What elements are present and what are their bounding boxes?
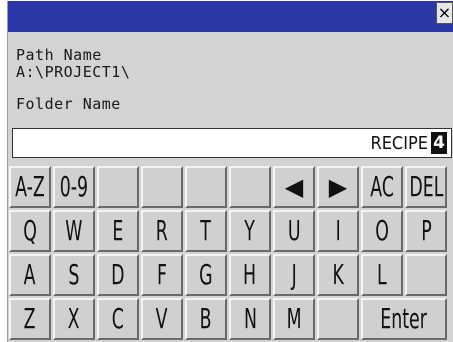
- path-name-value: A:\PROJECT1\: [16, 63, 131, 81]
- key-u[interactable]: U: [273, 210, 315, 252]
- key-o[interactable]: O: [361, 210, 403, 252]
- text-cursor: 4: [431, 132, 447, 154]
- key-z[interactable]: Z: [9, 298, 51, 340]
- folder-name-label: Folder Name: [16, 95, 121, 113]
- key-g[interactable]: G: [185, 254, 227, 296]
- folder-name-dialog: × Path Name A:\PROJECT1\ Folder Name REC…: [7, 1, 453, 342]
- key-blank[interactable]: [405, 254, 447, 296]
- key-h[interactable]: H: [229, 254, 271, 296]
- key-w[interactable]: W: [53, 210, 95, 252]
- key-blank[interactable]: [141, 166, 183, 208]
- key-p[interactable]: P: [405, 210, 447, 252]
- title-bar: ×: [8, 1, 453, 32]
- key-blank[interactable]: [97, 166, 139, 208]
- enter-key[interactable]: Enter: [361, 298, 447, 340]
- key-numeric-mode[interactable]: 0-9: [53, 166, 95, 208]
- path-name-label: Path Name: [16, 46, 102, 64]
- key-all-clear[interactable]: AC: [361, 166, 403, 208]
- key-q[interactable]: Q: [9, 210, 51, 252]
- key-j[interactable]: J: [273, 254, 315, 296]
- key-b[interactable]: B: [185, 298, 227, 340]
- key-delete[interactable]: DEL: [405, 166, 447, 208]
- key-x[interactable]: X: [53, 298, 95, 340]
- key-cursor-right[interactable]: ▶: [317, 166, 359, 208]
- key-y[interactable]: Y: [229, 210, 271, 252]
- key-blank[interactable]: [185, 166, 227, 208]
- close-button[interactable]: ×: [436, 2, 453, 24]
- key-d[interactable]: D: [97, 254, 139, 296]
- key-f[interactable]: F: [141, 254, 183, 296]
- key-alpha-mode[interactable]: A-Z: [9, 166, 51, 208]
- key-v[interactable]: V: [141, 298, 183, 340]
- key-t[interactable]: T: [185, 210, 227, 252]
- key-s[interactable]: S: [53, 254, 95, 296]
- key-n[interactable]: N: [229, 298, 271, 340]
- arrow-right-icon: ▶: [328, 173, 348, 201]
- key-a[interactable]: A: [9, 254, 51, 296]
- key-e[interactable]: E: [97, 210, 139, 252]
- key-i[interactable]: I: [317, 210, 359, 252]
- key-cursor-left[interactable]: ◀: [273, 166, 315, 208]
- key-blank[interactable]: [229, 166, 271, 208]
- close-icon: ×: [437, 3, 452, 22]
- arrow-left-icon: ◀: [284, 173, 304, 201]
- key-r[interactable]: R: [141, 210, 183, 252]
- key-blank[interactable]: [317, 298, 359, 340]
- key-k[interactable]: K: [317, 254, 359, 296]
- folder-name-input[interactable]: RECIPE 4: [12, 128, 452, 158]
- key-m[interactable]: M: [273, 298, 315, 340]
- virtual-keyboard: A-Z 0-9 ◀ ▶ AC DEL Q W E R T Y U I O P A…: [9, 166, 453, 340]
- key-l[interactable]: L: [361, 254, 403, 296]
- key-c[interactable]: C: [97, 298, 139, 340]
- folder-name-input-text: RECIPE: [370, 133, 428, 154]
